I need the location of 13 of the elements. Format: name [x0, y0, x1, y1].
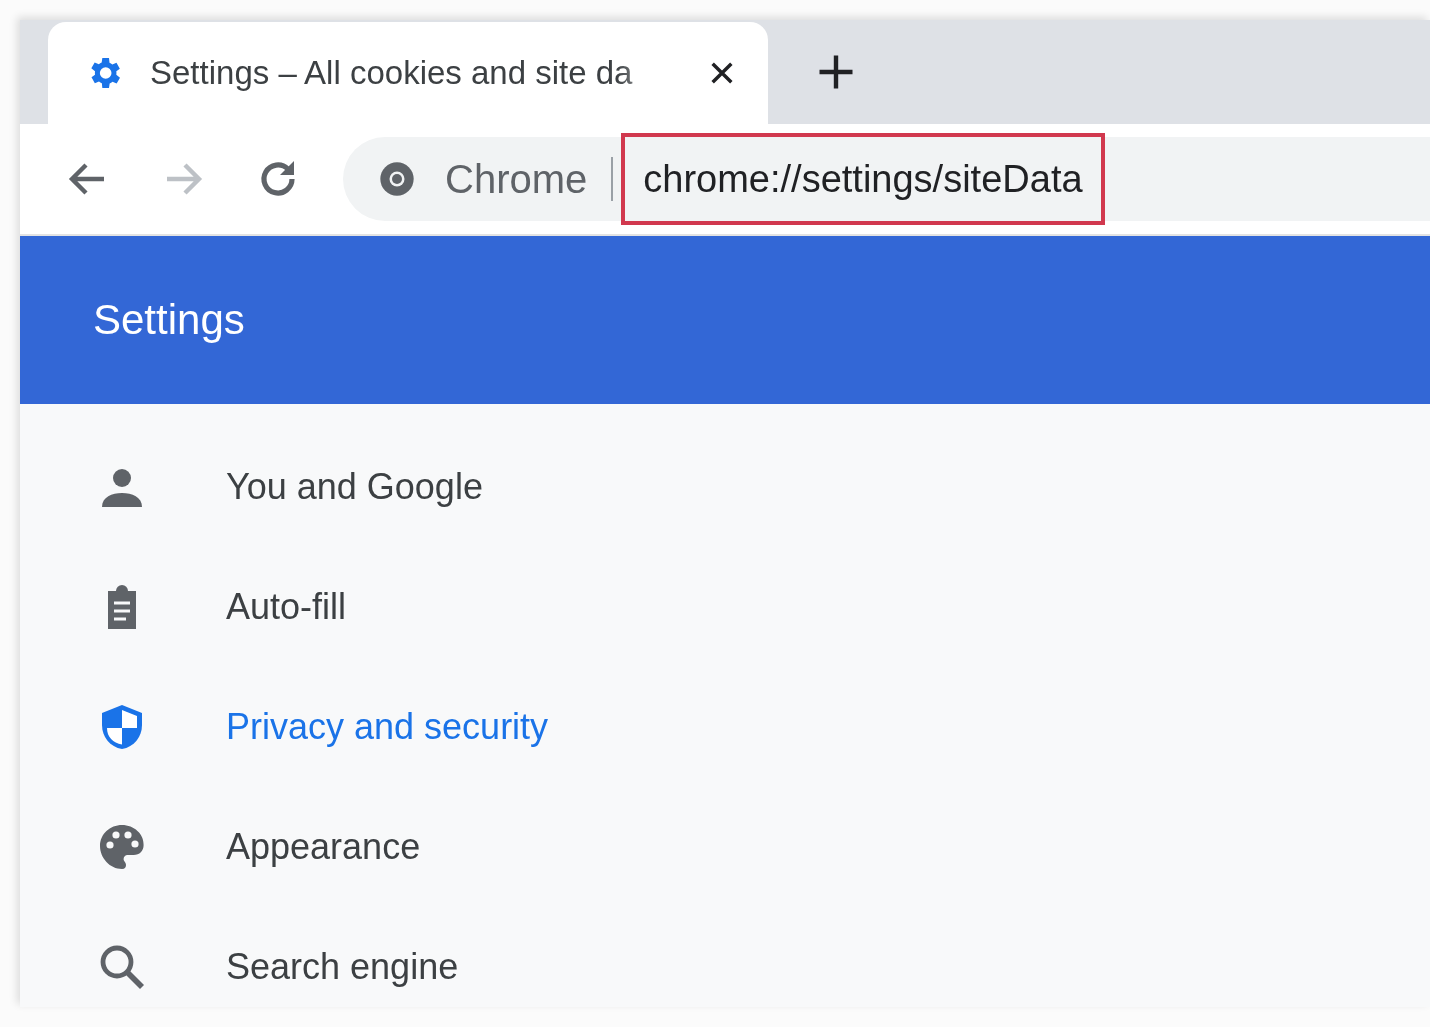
- url-text: chrome://settings/siteData: [621, 133, 1105, 225]
- sidebar-item[interactable]: You and Google: [20, 427, 1430, 547]
- sidebar-item[interactable]: Search engine: [20, 907, 1430, 1027]
- search-icon: [98, 943, 146, 991]
- site-label: Chrome: [445, 156, 588, 202]
- sidebar-item[interactable]: Auto-fill: [20, 547, 1430, 667]
- browser-tab[interactable]: Settings – All cookies and site da: [48, 22, 768, 124]
- sidebar-item[interactable]: Privacy and security: [20, 667, 1430, 787]
- palette-icon: [98, 823, 146, 871]
- sidebar-item[interactable]: Appearance: [20, 787, 1430, 907]
- tab-title: Settings – All cookies and site da: [150, 54, 634, 92]
- header-title: Settings: [93, 296, 245, 344]
- globe-icon: [377, 159, 417, 199]
